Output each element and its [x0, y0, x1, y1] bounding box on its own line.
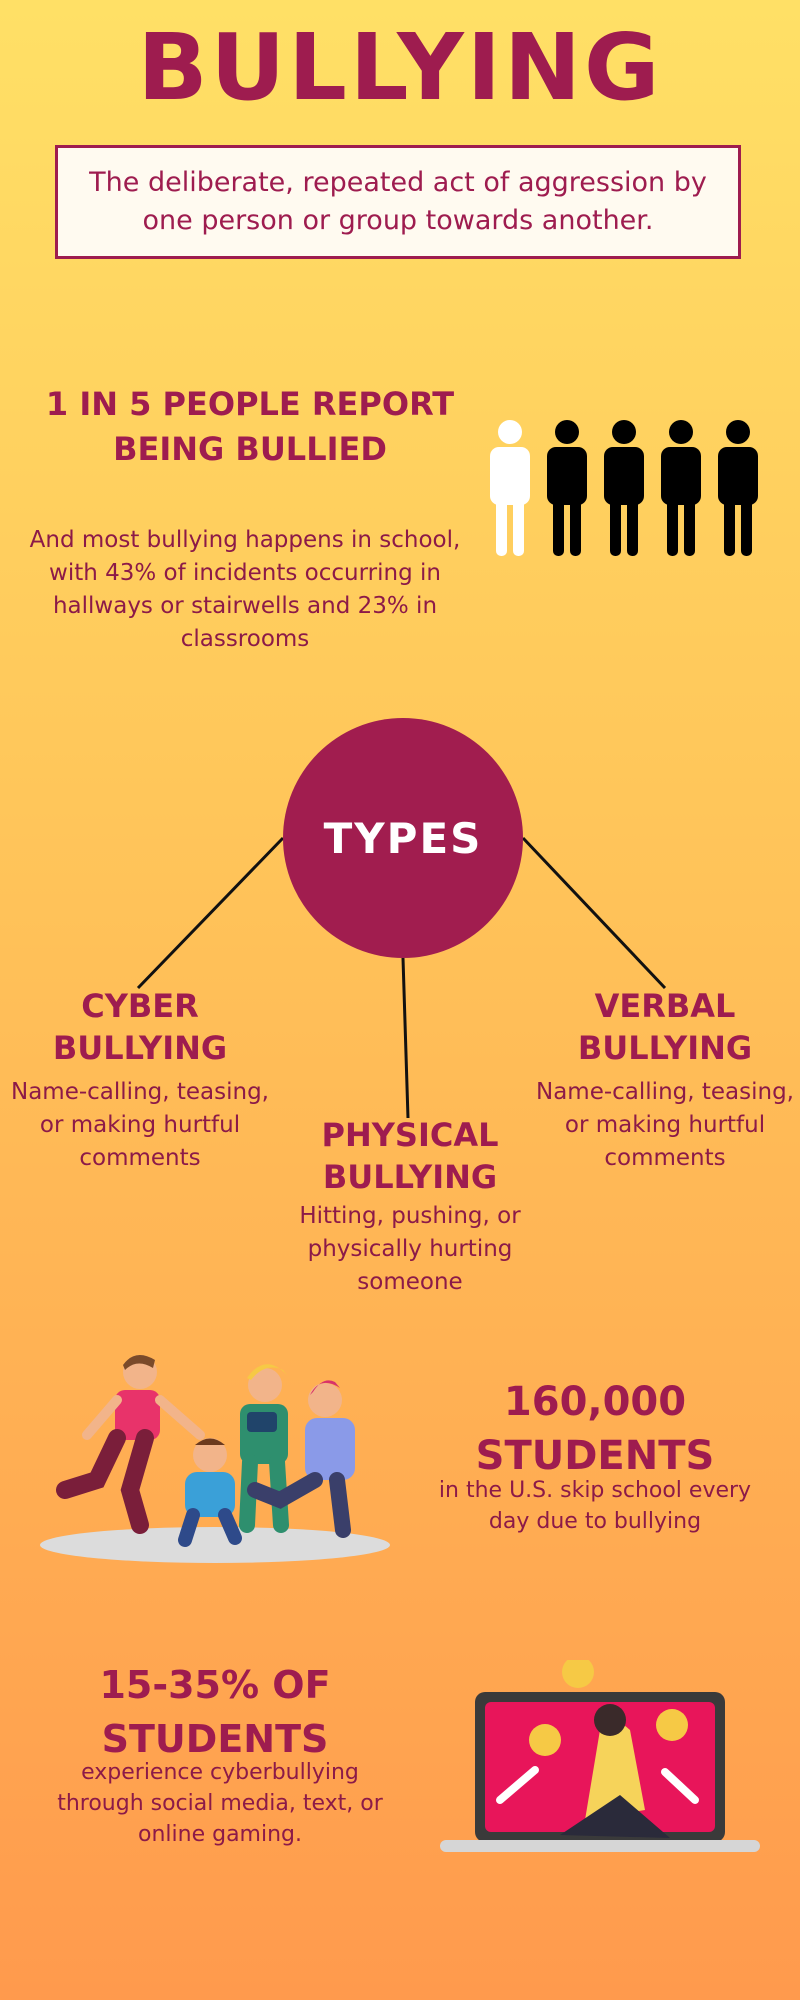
stat-one-body: And most bullying happens in school, wit…	[29, 527, 461, 652]
person-figure	[661, 420, 701, 556]
person-figure	[490, 420, 530, 556]
types-label: TYPES	[323, 813, 483, 863]
stat-two-body: in the U.S. skip school every day due to…	[438, 1478, 752, 1534]
stat-three-body: experience cyberbullying through social …	[57, 1760, 383, 1847]
page-title: BULLYING	[137, 14, 663, 121]
people-figures-icon	[490, 420, 758, 556]
types-circle: TYPES	[283, 718, 523, 958]
stat-one-heading: 1 IN 5 PEOPLE REPORT BEING BULLIED	[45, 385, 455, 468]
person-figure	[547, 420, 587, 556]
laptop-cyberbullying-illustration	[440, 1660, 760, 1852]
person-figure	[718, 420, 758, 556]
stat-two-heading: 160,000 STUDENTS	[475, 1379, 715, 1479]
kids-bullying-illustration	[40, 1355, 390, 1563]
definition-text: The deliberate, repeated act of aggressi…	[89, 167, 707, 236]
cyber-bullying-body: Name-calling, teasing, or making hurtful…	[11, 1079, 269, 1171]
physical-bullying-heading: PHYSICAL BULLYING	[321, 1116, 499, 1196]
cyber-bullying-heading: CYBER BULLYING	[52, 987, 228, 1067]
definition-box: The deliberate, repeated act of aggressi…	[55, 145, 741, 259]
person-figure	[604, 420, 644, 556]
verbal-bullying-heading: VERBAL BULLYING	[577, 987, 753, 1067]
verbal-bullying-body: Name-calling, teasing, or making hurtful…	[536, 1079, 794, 1171]
stat-three-heading: 15-35% OF STUDENTS	[99, 1663, 331, 1761]
physical-bullying-body: Hitting, pushing, or physically hurting …	[299, 1203, 521, 1295]
